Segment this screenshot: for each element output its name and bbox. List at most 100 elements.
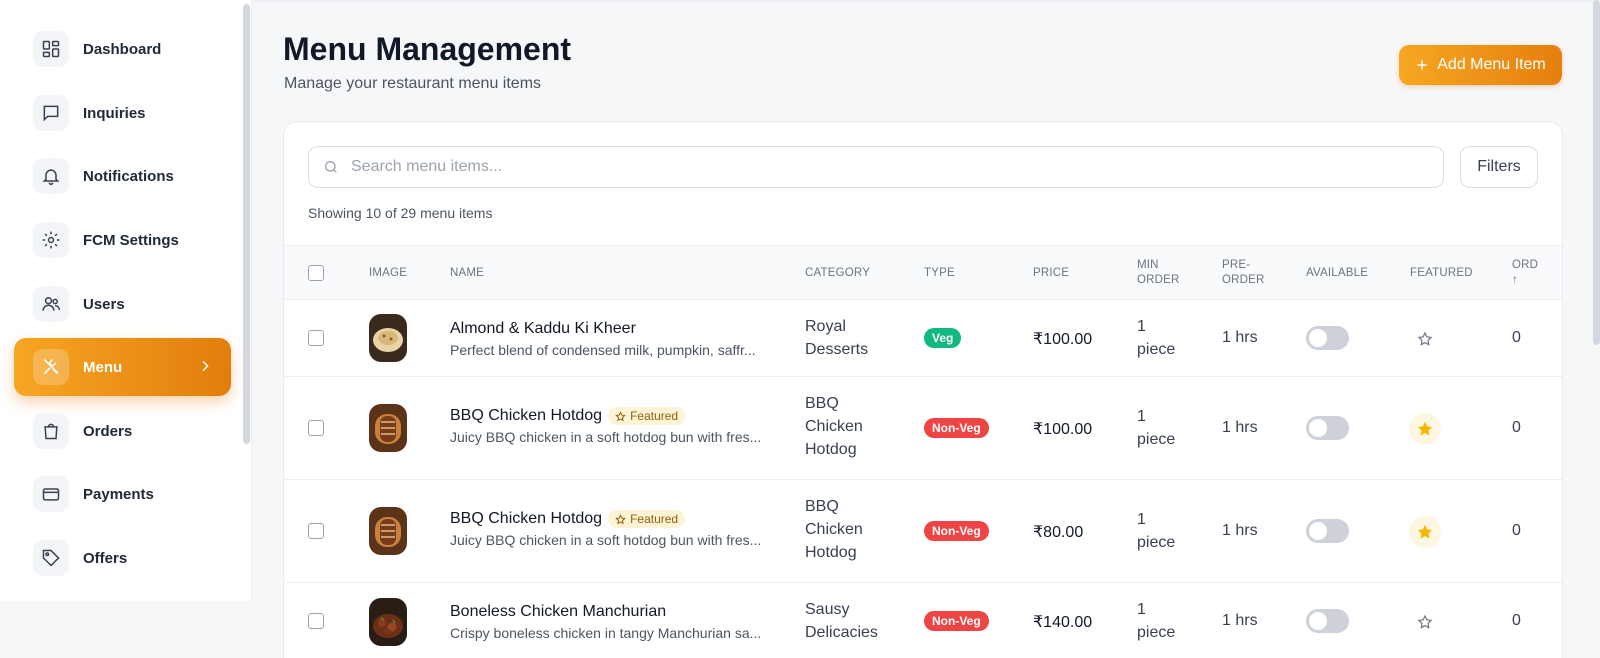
utensils-icon bbox=[33, 349, 69, 385]
sidebar-item-label: Menu bbox=[83, 358, 123, 376]
featured-star-button[interactable] bbox=[1409, 413, 1441, 445]
bell-icon bbox=[33, 158, 69, 194]
min-order-qty: 1 bbox=[1137, 408, 1146, 425]
sidebar-item-notifications[interactable]: Notifications bbox=[14, 147, 231, 205]
category-line: Hotdog bbox=[805, 441, 857, 458]
featured-star-button[interactable] bbox=[1409, 606, 1441, 638]
page-title: Menu Management bbox=[283, 31, 572, 67]
dashboard-icon bbox=[33, 31, 69, 67]
min-order-cell: 1 piece bbox=[1137, 315, 1175, 361]
type-badge: Non-Veg bbox=[924, 611, 989, 631]
item-description: Juicy BBQ chicken in a soft hotdog bun w… bbox=[450, 429, 762, 446]
pre-order-cell: 1 hrs bbox=[1222, 612, 1258, 629]
sidebar-item-menu[interactable]: Menu bbox=[14, 338, 231, 396]
sidebar-item-offers[interactable]: Offers bbox=[14, 529, 231, 587]
chat-icon bbox=[33, 95, 69, 131]
category-line: Hotdog bbox=[805, 544, 857, 561]
sidebar-item-label: FCM Settings bbox=[83, 231, 179, 249]
gear-icon bbox=[33, 222, 69, 258]
filters-button[interactable]: Filters bbox=[1460, 146, 1538, 188]
price-cell: ₹80.00 bbox=[1033, 524, 1084, 541]
add-menu-item-label: Add Menu Item bbox=[1437, 56, 1546, 73]
star-outline-icon bbox=[615, 410, 626, 421]
min-order-qty: 1 bbox=[1137, 601, 1146, 618]
table-row[interactable]: Almond & Kaddu Ki Kheer Perfect blend of… bbox=[284, 300, 1562, 377]
add-menu-item-button[interactable]: Add Menu Item bbox=[1399, 45, 1562, 85]
type-cell: Non-Veg bbox=[924, 611, 989, 631]
chevron-right-icon bbox=[197, 358, 213, 379]
col-pre-order[interactable]: PRE- ORDER bbox=[1222, 258, 1265, 288]
sidebar-item-label: Notifications bbox=[83, 167, 174, 185]
item-description: Juicy BBQ chicken in a soft hotdog bun w… bbox=[450, 532, 762, 549]
featured-badge: Featured bbox=[608, 510, 686, 528]
select-all-checkbox[interactable] bbox=[308, 265, 324, 281]
col-pre-order-line2: ORDER bbox=[1222, 274, 1265, 286]
bag-icon bbox=[33, 413, 69, 449]
sidebar-scrollbar[interactable] bbox=[243, 4, 250, 444]
pre-order-cell: 1 hrs bbox=[1222, 522, 1258, 539]
search-icon bbox=[323, 159, 339, 175]
page-subtitle: Manage your restaurant menu items bbox=[284, 75, 542, 92]
top-divider bbox=[253, 0, 1600, 3]
category-line: Chicken bbox=[805, 418, 863, 435]
col-min-order-line2: ORDER bbox=[1137, 274, 1180, 286]
sidebar-item-label: Dashboard bbox=[83, 40, 162, 58]
col-featured[interactable]: FEATURED bbox=[1410, 266, 1473, 281]
menu-item-image bbox=[369, 507, 407, 555]
col-min-order-line1: MIN bbox=[1137, 259, 1159, 271]
order-cell: 0 bbox=[1512, 612, 1521, 629]
col-min-order[interactable]: MIN ORDER bbox=[1137, 258, 1180, 288]
min-order-qty: 1 bbox=[1137, 511, 1146, 528]
col-category[interactable]: CATEGORY bbox=[805, 266, 870, 281]
users-icon bbox=[33, 286, 69, 322]
row-checkbox[interactable] bbox=[308, 613, 324, 629]
price-cell: ₹100.00 bbox=[1033, 331, 1093, 348]
category-line: Royal bbox=[805, 318, 846, 335]
type-badge: Veg bbox=[924, 328, 962, 348]
name-cell: Almond & Kaddu Ki Kheer Perfect blend of… bbox=[450, 320, 756, 358]
page-scrollbar[interactable] bbox=[1593, 0, 1600, 345]
type-cell: Non-Veg bbox=[924, 418, 989, 438]
category-line: Chicken bbox=[805, 521, 863, 538]
col-type[interactable]: TYPE bbox=[924, 266, 955, 281]
table-row[interactable]: Boneless Chicken Manchurian Crispy bonel… bbox=[284, 583, 1562, 658]
category-line: Delicacies bbox=[805, 624, 878, 641]
available-toggle[interactable] bbox=[1306, 609, 1349, 633]
col-available[interactable]: AVAILABLE bbox=[1306, 266, 1368, 281]
sidebar-item-fcm-settings[interactable]: FCM Settings bbox=[14, 211, 231, 269]
featured-star-button[interactable] bbox=[1409, 516, 1441, 548]
row-checkbox[interactable] bbox=[308, 523, 324, 539]
row-checkbox[interactable] bbox=[308, 330, 324, 346]
row-checkbox[interactable] bbox=[308, 420, 324, 436]
table-row[interactable]: BBQ Chicken Hotdog Featured Juicy BBQ chi… bbox=[284, 377, 1562, 480]
featured-badge: Featured bbox=[608, 407, 686, 425]
sidebar-item-payments[interactable]: Payments bbox=[14, 465, 231, 523]
sidebar-item-users[interactable]: Users bbox=[14, 275, 231, 333]
name-cell: BBQ Chicken Hotdog Featured Juicy BBQ chi… bbox=[450, 407, 761, 445]
min-order-cell: 1 piece bbox=[1137, 508, 1175, 554]
price-cell: ₹100.00 bbox=[1033, 421, 1093, 438]
star-outline-icon bbox=[1417, 614, 1433, 629]
category-cell: Royal Desserts bbox=[805, 315, 868, 361]
available-toggle[interactable] bbox=[1306, 519, 1349, 543]
col-order[interactable]: ORD ↑ bbox=[1512, 258, 1538, 288]
category-line: BBQ bbox=[805, 395, 839, 412]
search-input[interactable] bbox=[351, 158, 1401, 176]
sidebar-item-inquiries[interactable]: Inquiries bbox=[14, 84, 231, 142]
col-name[interactable]: NAME bbox=[450, 266, 484, 281]
sidebar-item-orders[interactable]: Orders bbox=[14, 402, 231, 460]
available-toggle[interactable] bbox=[1306, 326, 1349, 350]
sidebar-item-dashboard[interactable]: Dashboard bbox=[14, 20, 231, 78]
min-order-unit: piece bbox=[1137, 624, 1176, 641]
sidebar-item-label: Offers bbox=[83, 549, 128, 567]
search-box[interactable] bbox=[308, 146, 1444, 188]
table-row[interactable]: BBQ Chicken Hotdog Featured Juicy BBQ chi… bbox=[284, 480, 1562, 583]
available-toggle[interactable] bbox=[1306, 416, 1349, 440]
featured-star-button[interactable] bbox=[1409, 323, 1441, 355]
col-price[interactable]: PRICE bbox=[1033, 266, 1069, 281]
min-order-cell: 1 piece bbox=[1137, 405, 1175, 451]
order-cell: 0 bbox=[1512, 419, 1521, 436]
menu-table-card: Filters Showing 10 of 29 menu items IMAG… bbox=[283, 121, 1563, 658]
item-name: BBQ Chicken Hotdog bbox=[450, 407, 603, 425]
pre-order-cell: 1 hrs bbox=[1222, 329, 1258, 346]
